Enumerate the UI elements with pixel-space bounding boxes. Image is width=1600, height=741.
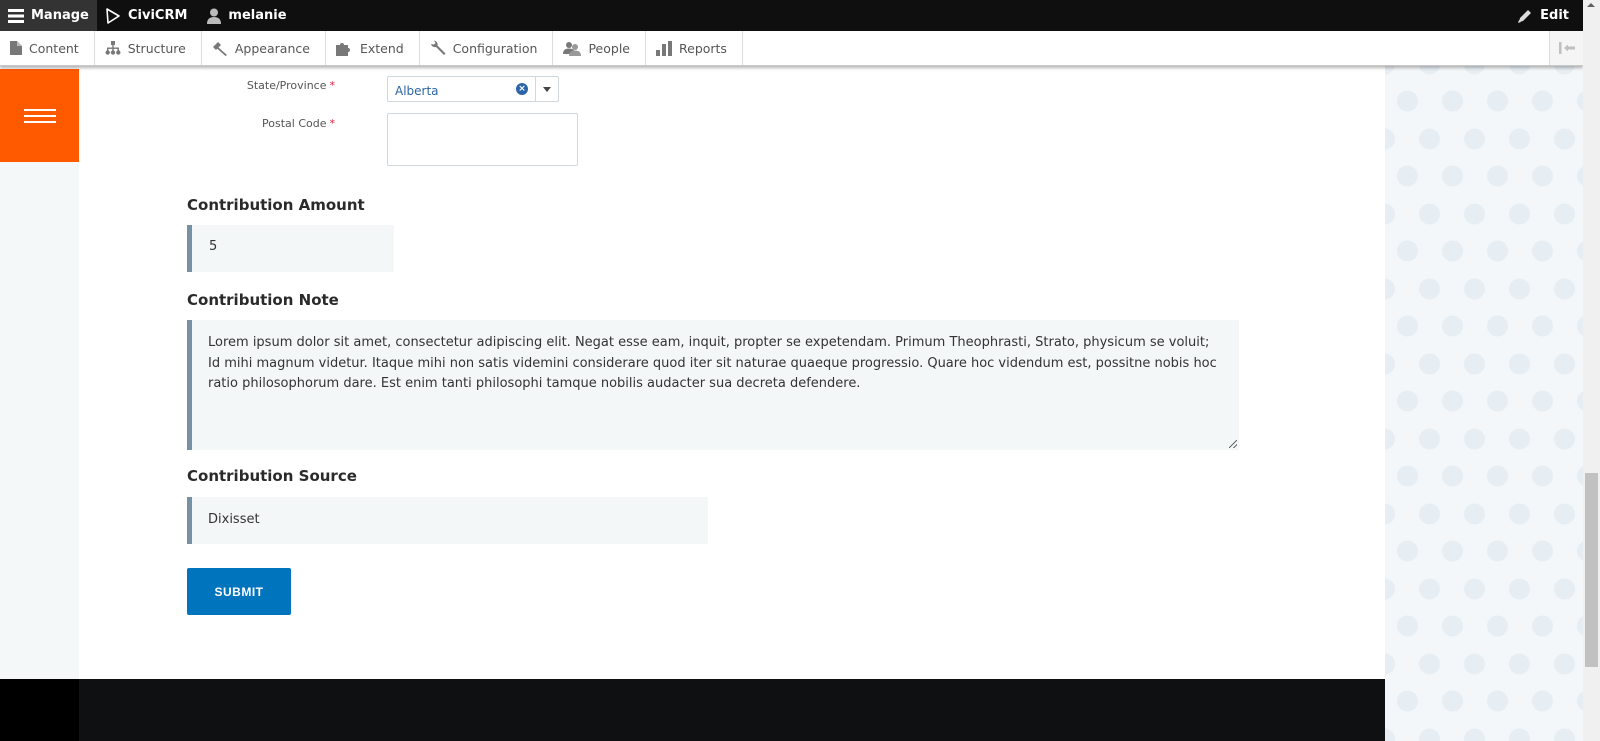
user-button[interactable]: melanie	[199, 0, 298, 31]
toolbar-item-structure[interactable]: Structure	[95, 31, 202, 65]
collapse-arrow-icon	[1558, 39, 1575, 58]
user-label: melanie	[228, 8, 287, 23]
postal-code-label: Postal Code *	[262, 117, 336, 130]
people-icon	[563, 41, 582, 56]
contribution-form: State/Province * Alberta × Postal Code * C…	[79, 66, 1385, 679]
admin-toolbar: Manage CiviCRM melanie Edit	[0, 0, 1583, 31]
user-icon	[207, 8, 222, 24]
toolbar-item-content[interactable]: Content	[0, 31, 95, 65]
toolbar-item-label: Appearance	[234, 40, 310, 56]
edit-button[interactable]: Edit	[1509, 0, 1583, 31]
decorative-drop-pattern	[1385, 66, 1583, 741]
state-province-label: State/Province *	[246, 79, 336, 92]
civicrm-logo-icon	[105, 7, 121, 24]
civicrm-label: CiviCRM	[128, 8, 188, 23]
manage-label: Manage	[31, 8, 89, 23]
state-province-select[interactable]: Alberta ×	[387, 76, 559, 102]
toolbar-item-label: People	[588, 40, 630, 56]
required-marker: *	[329, 79, 336, 92]
scroll-up-arrow-icon[interactable]	[1587, 3, 1595, 7]
hamburger-icon	[8, 8, 24, 23]
state-province-value: Alberta	[395, 83, 439, 98]
toolbar-item-reports[interactable]: Reports	[646, 31, 743, 65]
civicrm-button[interactable]: CiviCRM	[97, 0, 199, 31]
bar-chart-icon	[656, 40, 672, 56]
contribution-amount-field[interactable]: 5	[187, 225, 394, 272]
sitemap-icon	[105, 41, 121, 55]
edit-label: Edit	[1540, 8, 1569, 23]
scrollbar-thumb[interactable]	[1585, 473, 1598, 667]
toolbar-item-people[interactable]: People	[553, 31, 646, 65]
required-marker: *	[329, 117, 336, 130]
postal-code-row: Postal Code *	[79, 117, 361, 130]
vertical-scrollbar[interactable]	[1583, 0, 1600, 741]
toolbar-item-label: Extend	[359, 40, 404, 56]
admin-menu-tray: Content Structure Appearance Extend Conf…	[0, 31, 1583, 66]
page: Manage CiviCRM melanie Edit Content Stru…	[0, 0, 1583, 741]
contribution-note-heading: Contribution Note	[187, 291, 339, 309]
main-menu-button[interactable]	[0, 69, 79, 162]
manage-button[interactable]: Manage	[0, 0, 97, 31]
pencil-icon	[1517, 8, 1533, 24]
toolbar-item-appearance[interactable]: Appearance	[202, 31, 326, 65]
wrench-icon	[430, 40, 446, 56]
resize-handle-icon[interactable]	[1229, 440, 1237, 448]
toolbar-item-label: Configuration	[452, 40, 538, 56]
paintbrush-icon	[212, 41, 228, 56]
contribution-amount-heading: Contribution Amount	[187, 196, 365, 214]
submit-button[interactable]: SUBMIT	[187, 568, 291, 615]
toolbar-orientation-toggle[interactable]	[1549, 31, 1583, 65]
toolbar-item-label: Content	[29, 40, 79, 56]
puzzle-icon	[335, 41, 353, 56]
page-footer	[79, 679, 1385, 741]
toolbar-item-extend[interactable]: Extend	[326, 31, 420, 65]
postal-code-input[interactable]	[387, 113, 578, 166]
clear-selection-icon[interactable]: ×	[516, 83, 528, 95]
footer-left	[0, 679, 79, 741]
dropdown-arrow-icon[interactable]	[535, 77, 558, 101]
contribution-source-heading: Contribution Source	[187, 467, 357, 485]
toolbar-item-label: Reports	[679, 40, 727, 56]
toolbar-item-configuration[interactable]: Configuration	[420, 31, 554, 65]
hamburger-menu-icon	[23, 105, 56, 127]
file-icon	[10, 41, 22, 55]
state-province-row: State/Province *	[79, 79, 361, 92]
contribution-note-text: Lorem ipsum dolor sit amet, consectetur …	[208, 335, 1217, 391]
contribution-source-field[interactable]: Dixisset	[187, 497, 708, 544]
toolbar-item-label: Structure	[127, 40, 186, 56]
contribution-note-textarea[interactable]: Lorem ipsum dolor sit amet, consectetur …	[187, 320, 1239, 450]
